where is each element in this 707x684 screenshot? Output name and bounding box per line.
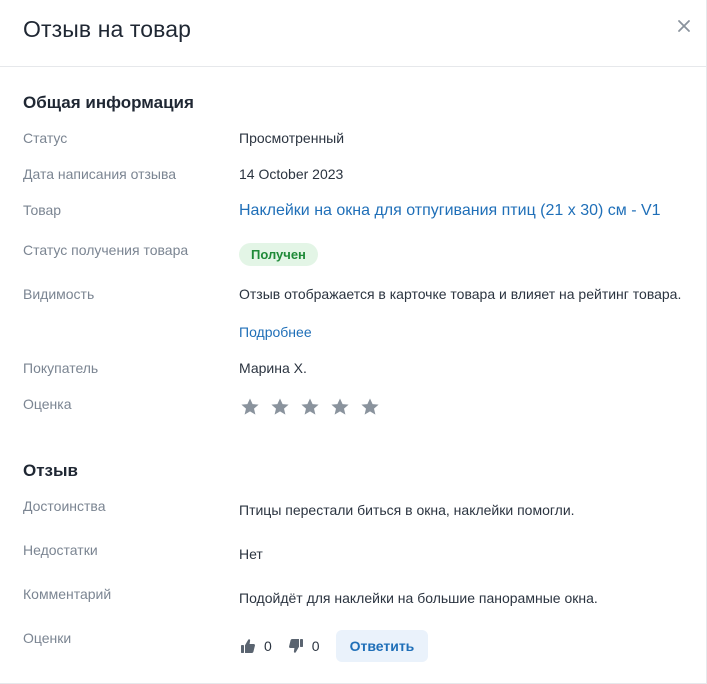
modal-title: Отзыв на товар: [23, 16, 192, 42]
general-section-title: Общая информация: [23, 93, 194, 112]
visibility-label: Видимость: [23, 286, 95, 302]
pros-value: Птицы перестали биться в окна, наклейки …: [239, 502, 575, 518]
review-modal: Отзыв на товар Общая информация Статус П…: [0, 0, 707, 684]
star-icon: [270, 397, 290, 417]
star-icon: [330, 397, 350, 417]
star-icon: [240, 397, 260, 417]
pros-label: Достоинства: [23, 498, 106, 514]
receipt-status-badge: Получен: [239, 243, 318, 266]
dislike-button[interactable]: 0: [288, 638, 320, 654]
comment-value: Подойдёт для наклейки на большие панорам…: [239, 590, 598, 606]
modal-header: Отзыв на товар: [0, 0, 706, 67]
like-button[interactable]: 0: [240, 638, 272, 654]
thumbs-down-icon: [288, 639, 303, 653]
comment-label: Комментарий: [23, 586, 112, 602]
date-label: Дата написания отзыва: [23, 166, 177, 182]
visibility-text: Отзыв отображается в карточке товара и в…: [239, 286, 682, 302]
star-icon: [300, 397, 320, 417]
status-label: Статус: [23, 130, 68, 146]
buyer-label: Покупатель: [23, 360, 99, 376]
status-value: Просмотренный: [239, 130, 345, 146]
buyer-value: Марина Х.: [239, 360, 307, 376]
rating-stars: [240, 397, 380, 417]
rating-label: Оценка: [23, 396, 72, 412]
reply-button[interactable]: Ответить: [335, 630, 429, 662]
close-button[interactable]: [674, 16, 694, 36]
votes-row: 0 0 Ответить: [240, 630, 429, 662]
product-link[interactable]: Наклейки на окна для отпугивания птиц (2…: [239, 202, 661, 220]
cons-value: Нет: [239, 546, 263, 562]
dislike-count: 0: [311, 638, 320, 654]
date-value: 14 October 2023: [239, 166, 344, 182]
thumbs-up-icon: [241, 639, 255, 653]
visibility-more-link[interactable]: Подробнее: [239, 324, 312, 340]
review-section-title: Отзыв: [23, 461, 78, 480]
product-label: Товар: [23, 202, 62, 218]
receipt-status-label: Статус получения товара: [23, 242, 189, 258]
cons-label: Недостатки: [23, 542, 98, 558]
votes-label: Оценки: [23, 630, 72, 646]
close-icon: [678, 20, 690, 32]
star-icon: [360, 397, 380, 417]
like-count: 0: [264, 638, 272, 654]
